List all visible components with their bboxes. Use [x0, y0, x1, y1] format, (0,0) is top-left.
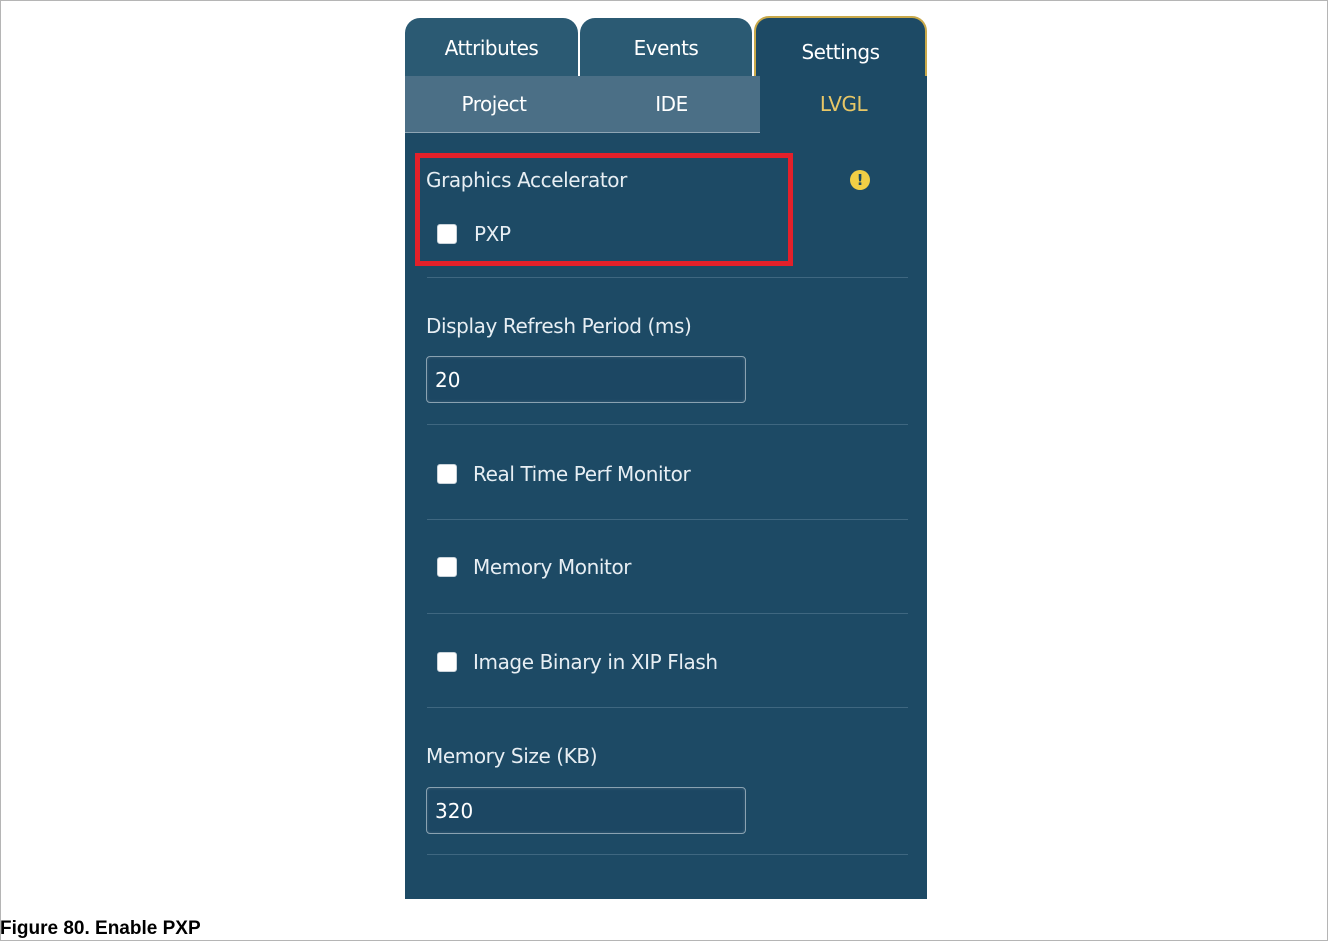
- subtab-project[interactable]: Project: [405, 76, 583, 133]
- image-binary-label: Image Binary in XIP Flash: [473, 650, 718, 674]
- tab-attributes[interactable]: Attributes: [405, 18, 578, 78]
- divider: [427, 424, 908, 425]
- divider: [427, 613, 908, 614]
- exclamation-icon: !: [850, 170, 870, 190]
- divider: [427, 277, 908, 278]
- memory-size-value: 320: [435, 798, 474, 823]
- subtab-bar: Project IDE LVGL: [405, 76, 927, 133]
- tab-settings-label: Settings: [801, 40, 880, 64]
- image-binary-option[interactable]: Image Binary in XIP Flash: [437, 650, 718, 674]
- memory-size-input[interactable]: 320: [426, 787, 746, 834]
- divider: [427, 519, 908, 520]
- subtab-ide[interactable]: IDE: [583, 76, 760, 133]
- figure-caption: Figure 80. Enable PXP: [0, 918, 201, 939]
- highlight-box: [415, 153, 793, 266]
- memory-monitor-option[interactable]: Memory Monitor: [437, 555, 632, 579]
- memory-monitor-checkbox[interactable]: [437, 557, 457, 577]
- subtab-lvgl-label: LVGL: [819, 92, 868, 116]
- subtab-ide-label: IDE: [655, 92, 688, 116]
- display-refresh-input[interactable]: 20: [426, 356, 746, 403]
- memory-size-label: Memory Size (KB): [426, 744, 598, 768]
- tab-attributes-label: Attributes: [444, 36, 539, 60]
- image-binary-checkbox[interactable]: [437, 652, 457, 672]
- settings-panel: Attributes Events Settings Project IDE L…: [405, 13, 927, 899]
- divider: [427, 707, 908, 708]
- tab-settings[interactable]: Settings: [754, 16, 927, 78]
- display-refresh-value: 20: [435, 367, 461, 392]
- tab-events[interactable]: Events: [580, 18, 752, 78]
- perf-monitor-option[interactable]: Real Time Perf Monitor: [437, 462, 691, 486]
- divider: [427, 854, 908, 855]
- exclamation-glyph: !: [856, 171, 864, 189]
- tab-events-label: Events: [633, 36, 699, 60]
- memory-monitor-label: Memory Monitor: [473, 555, 632, 579]
- tab-bar: Attributes Events Settings: [405, 13, 927, 78]
- perf-monitor-checkbox[interactable]: [437, 464, 457, 484]
- subtab-lvgl[interactable]: LVGL: [760, 76, 927, 132]
- display-refresh-label: Display Refresh Period (ms): [426, 314, 692, 338]
- perf-monitor-label: Real Time Perf Monitor: [473, 462, 691, 486]
- subtab-project-label: Project: [461, 92, 527, 116]
